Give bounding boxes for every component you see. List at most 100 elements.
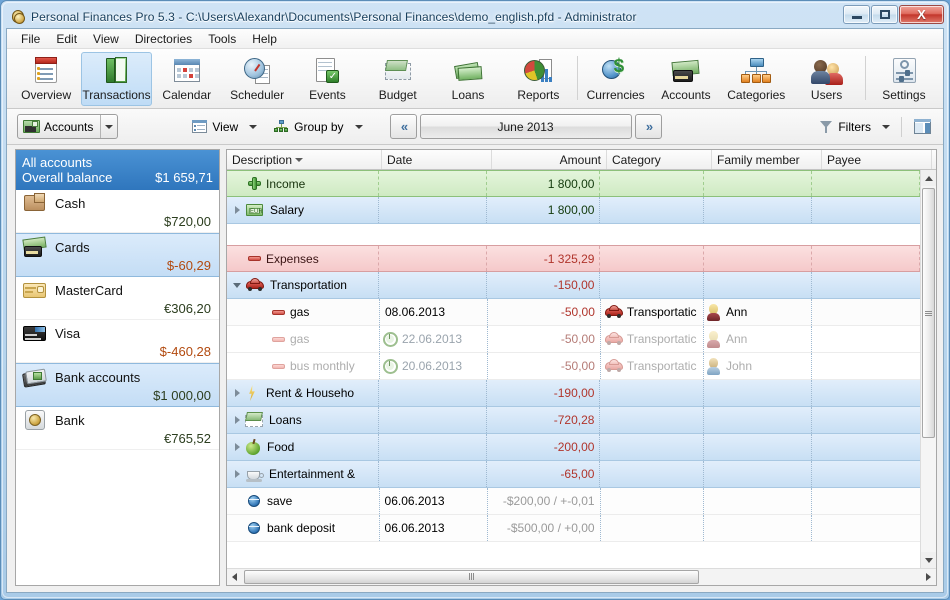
menu-item-directories[interactable]: Directories	[127, 30, 200, 48]
row-description: Expenses	[266, 251, 319, 266]
sidebar-account-cards[interactable]: Cards $-60,29	[16, 233, 219, 277]
toolbar-button-calendar[interactable]: Calendar	[152, 52, 222, 106]
menu-item-help[interactable]: Help	[244, 30, 285, 48]
filters-dropdown-arrow[interactable]	[877, 121, 895, 133]
horizontal-scrollbar[interactable]	[227, 568, 936, 585]
accounts-sidebar[interactable]: All accounts Overall balance $1 659,71 C…	[15, 149, 220, 586]
vertical-scrollbar[interactable]	[920, 170, 936, 568]
toolbar-button-accounts[interactable]: Accounts	[651, 52, 721, 106]
table-row-gas-1[interactable]: gas 08.06.2013 -50,00 Transportatic Ann	[227, 299, 920, 326]
sidebar-account-name: Bank accounts	[55, 369, 141, 385]
sidebar-account-visa[interactable]: Visa $-460,28	[16, 320, 219, 363]
period-display[interactable]: June 2013	[419, 114, 632, 139]
table-row-loans[interactable]: Loans -720,28	[227, 407, 920, 434]
filters-button[interactable]: Filters	[814, 116, 877, 138]
recurring-icon	[382, 358, 398, 374]
expand-toggle[interactable]	[229, 470, 245, 478]
accounts-split-button[interactable]: Accounts	[17, 114, 119, 139]
chevron-down-icon	[354, 124, 363, 129]
table-row-save[interactable]: save 06.06.2013 -$200,00 / +-0,01	[227, 488, 920, 515]
currencies-icon: $	[600, 56, 632, 86]
table-row-income[interactable]: Income 1 800,00	[227, 170, 920, 197]
scroll-left-button[interactable]	[227, 569, 242, 585]
column-header-description[interactable]: Description	[227, 150, 382, 169]
horizontal-scroll-track[interactable]	[242, 569, 921, 585]
table-row-expenses[interactable]: Expenses -1 325,29	[227, 245, 920, 272]
previous-period-button[interactable]: «	[389, 114, 417, 139]
horizontal-scroll-thumb[interactable]	[244, 569, 699, 584]
table-row-gas-2[interactable]: gas 22.06.2013 -50,00 Transportatic Ann	[227, 326, 920, 353]
next-period-button[interactable]: »	[634, 114, 662, 139]
chevron-right-icon	[234, 416, 240, 424]
column-header-family-member[interactable]: Family member	[712, 150, 822, 169]
expand-toggle[interactable]	[229, 416, 245, 424]
menu-item-tools[interactable]: Tools	[200, 30, 244, 48]
toolbar-label-users: Users	[810, 88, 843, 102]
toolbar-button-categories[interactable]: Categories	[721, 52, 791, 106]
sidebar-account-mastercard[interactable]: MasterCard €306,20	[16, 277, 219, 320]
expand-toggle[interactable]	[229, 206, 245, 214]
toolbar-button-budget[interactable]: Budget	[363, 52, 433, 106]
toolbar-button-currencies[interactable]: $ Currencies	[581, 52, 651, 106]
menu-item-file[interactable]: File	[13, 30, 48, 48]
toolbar-button-settings[interactable]: Settings	[869, 52, 939, 106]
table-viewport: Income 1 800,00 EUR Salary 1 800,00 Expe…	[227, 170, 936, 568]
column-header-category[interactable]: Category	[607, 150, 712, 169]
table-row-salary[interactable]: EUR Salary 1 800,00	[227, 197, 920, 224]
vertical-scroll-thumb[interactable]	[922, 188, 935, 438]
row-description: Loans	[269, 413, 302, 427]
sidebar-account-amount: €306,20	[164, 301, 211, 316]
scroll-up-button[interactable]	[920, 170, 936, 186]
sidebar-header-all-accounts[interactable]: All accounts Overall balance $1 659,71	[16, 150, 219, 190]
table-row-food[interactable]: Food -200,00	[227, 434, 920, 461]
toolbar-button-users[interactable]: Users	[791, 52, 861, 106]
menu-item-edit[interactable]: Edit	[48, 30, 85, 48]
toolbar-button-reports[interactable]: Reports	[503, 52, 573, 106]
accounts-split-button-arrow[interactable]	[100, 115, 117, 138]
menu-item-view[interactable]: View	[85, 30, 127, 48]
row-description: Salary	[270, 203, 305, 217]
accounts-icon	[670, 56, 702, 86]
collapse-toggle[interactable]	[229, 282, 245, 288]
column-header-date[interactable]: Date	[382, 150, 492, 169]
application-window: Personal Finances Pro 5.3 - C:\Users\Ale…	[0, 0, 950, 600]
table-row-bus-monthly[interactable]: bus monthly 20.06.2013 -50,00 Transporta…	[227, 353, 920, 380]
chevron-right-icon	[234, 470, 240, 478]
maximize-button[interactable]	[871, 5, 898, 24]
safe-icon	[22, 409, 48, 431]
column-header-amount[interactable]: Amount	[492, 150, 607, 169]
minimize-button[interactable]	[843, 5, 870, 24]
expand-toggle[interactable]	[229, 389, 245, 397]
scroll-right-button[interactable]	[921, 569, 936, 585]
toolbar-button-scheduler[interactable]: Scheduler	[222, 52, 292, 106]
table-row-transportation[interactable]: Transportation -150,00	[227, 272, 920, 299]
close-button[interactable]: X	[899, 5, 944, 24]
cards-icon	[22, 236, 48, 258]
toolbar-button-overview[interactable]: Overview	[11, 52, 81, 106]
expand-toggle[interactable]	[229, 443, 245, 451]
sidebar-account-bank[interactable]: Bank €765,52	[16, 407, 219, 450]
filters-button-label: Filters	[838, 119, 871, 134]
column-header-payee[interactable]: Payee	[822, 150, 932, 169]
group-by-dropdown-arrow[interactable]	[350, 121, 368, 133]
sidebar-account-cash[interactable]: Cash $720,00	[16, 190, 219, 233]
group-by-button[interactable]: Group by	[268, 116, 349, 138]
accounts-split-button-main[interactable]: Accounts	[18, 115, 100, 138]
sidebar-account-name: Cash	[55, 195, 86, 211]
sidebar-account-bank-accounts[interactable]: Bank accounts $1 000,00	[16, 363, 219, 407]
scroll-down-button[interactable]	[920, 552, 936, 568]
accounts-split-button-label: Accounts	[44, 119, 94, 134]
toolbar-button-events[interactable]: ✓ Events	[292, 52, 362, 106]
panel-toggle-button[interactable]	[908, 115, 937, 138]
row-amount: -$500,00 / +0,00	[506, 521, 595, 535]
view-button[interactable]: View	[186, 116, 244, 138]
table-row-bank-deposit[interactable]: bank deposit 06.06.2013 -$500,00 / +0,00	[227, 515, 920, 542]
toolbar-button-loans[interactable]: Loans	[433, 52, 503, 106]
table-row-entertainment[interactable]: Entertainment & -65,00	[227, 461, 920, 488]
client-area: File Edit View Directories Tools Help Ov…	[6, 28, 944, 593]
row-description: gas	[290, 305, 310, 319]
chevron-right-icon	[234, 443, 240, 451]
view-dropdown-arrow[interactable]	[244, 121, 262, 133]
table-row-rent-household[interactable]: Rent & Househo -190,00	[227, 380, 920, 407]
toolbar-button-transactions[interactable]: Transactions	[81, 52, 152, 106]
